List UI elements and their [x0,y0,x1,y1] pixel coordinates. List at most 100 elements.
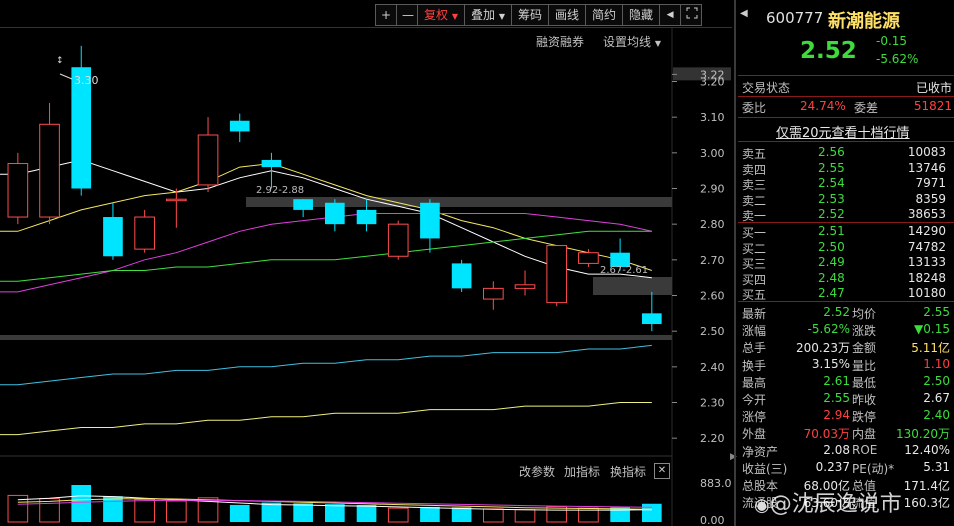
bids-price: 2.49 [818,255,845,270]
volume-bar [325,504,345,522]
asks-row[interactable]: 卖二 2.53 8359 [742,192,952,208]
stats-row: 涨幅 -5.62% 涨跌 ▼0.15 [742,322,952,338]
fuquan-label: 复权 [424,8,449,22]
stat-value: 2.55 [823,391,850,405]
level2-promo-link[interactable]: 仅需20元查看十档行情 [776,122,910,141]
candle-body [103,217,123,257]
candle-body [7,163,29,218]
volume-bar [229,504,250,522]
bids-label: 买三 [742,257,767,272]
high-price-label: 3.30 [74,74,99,87]
stat-label: 最新 [742,307,767,321]
divider [738,96,954,97]
asks-row[interactable]: 卖五 2.56 10083 [742,145,952,161]
stat-label: 收益(三) [742,461,788,476]
price-axis: 3.223.203.103.002.902.802.702.602.502.40… [672,67,731,445]
price-axis-tick: 2.20 [700,432,725,445]
stat-value: 160.3亿 [903,496,950,511]
stat-label: 跌停 [852,410,877,425]
volume-bar [451,507,472,522]
weicha-value: 51821 [913,99,952,113]
close-pane-icon[interactable]: ✕ [654,463,670,479]
divider [738,222,954,223]
switch-indicator-link[interactable]: 换指标 [610,463,646,480]
bids-label: 买二 [742,241,767,256]
watermark: ◉@沈辰逸说市 [754,486,902,518]
stat-label: 最高 [742,375,767,390]
zoom-in-button[interactable]: + [375,4,397,26]
volume-bar [641,503,662,522]
bids-volume: 10180 [907,286,946,301]
bids-row[interactable]: 买五 2.47 10180 [742,286,952,302]
chips-button[interactable]: 筹码 [511,4,550,26]
candle-body [293,199,313,210]
fullscreen-icon[interactable] [680,4,703,26]
candle-body [325,202,345,225]
candle [387,220,409,260]
stat-label: 总手 [742,341,767,356]
change-param-link[interactable]: 改参数 [519,463,555,480]
price-axis-tick: 3.10 [700,111,725,124]
candle [7,152,29,225]
stock-name: 新潮能源 [828,11,900,32]
candle [325,199,345,232]
candle [420,199,440,253]
bids-row[interactable]: 买一 2.51 14290 [742,224,952,240]
stats-row: 最高 2.61 最低 2.50 [742,374,952,390]
asks-label: 卖三 [742,178,767,193]
asks-row[interactable]: 卖一 2.52 38653 [742,207,952,223]
price-change: -0.15 [876,34,908,48]
asks-volume: 13746 [907,160,946,175]
volume-bar [420,506,440,522]
fuquan-button[interactable]: 复权 ▼ [417,4,465,26]
bids-price: 2.50 [818,239,845,254]
stat-label: 净资产 [742,444,779,459]
double-arrow-icon: ↕ [56,56,64,66]
candlestick-chart[interactable]: ↕ 3.30 2.92-2.88 2.67-2.61 3.223.203.103… [0,28,732,526]
stat-label: 涨跌 [852,324,877,339]
stat-label: ROE [852,442,878,457]
stat-value: 130.20万 [896,427,950,442]
simple-mode-button[interactable]: 简约 [585,4,624,26]
candle [166,188,187,228]
add-indicator-link[interactable]: 加指标 [564,463,600,480]
prev-stock-icon[interactable]: ◀ [740,8,748,19]
stat-value: 1.10 [923,356,950,371]
asks-volume: 7971 [915,176,946,191]
weibi-label: 委比 [742,101,767,115]
stat-value: 2.55 [923,305,950,319]
weicha-label: 委差 [854,101,879,115]
bids-row[interactable]: 买二 2.50 74782 [742,240,952,256]
quote-panel: ◀ 600777 新潮能源 2.52 -0.15 -5.62% 交易状态 已收市… [734,0,954,526]
stat-label: 均价 [852,307,877,321]
dropdown-caret-icon: ▼ [451,12,458,21]
candle [514,270,536,296]
overlay-button[interactable]: 叠加 ▼ [464,4,512,26]
bids-row[interactable]: 买四 2.48 18248 [742,271,952,287]
range-label-2: 2.67-2.61 [600,265,648,276]
stat-value: -5.62% [807,322,850,337]
stats-row: 净资产 2.08 ROE 12.40% [742,443,952,459]
asks-row[interactable]: 卖四 2.55 13746 [742,161,952,177]
price-axis-tick: 3.20 [700,76,725,89]
stat-value: 2.40 [923,408,950,423]
bids-row[interactable]: 买三 2.49 13133 [742,255,952,271]
stat-value: 0.237 [815,459,850,474]
asks-row[interactable]: 卖三 2.54 7971 [742,176,952,192]
volume-bar [134,498,155,523]
stats-row: 最新 2.52 均价 2.55 [742,305,952,321]
draw-line-button[interactable]: 画线 [548,4,587,26]
weibi-row: 委比 24.74% 委差 51821 [742,99,952,115]
watermark-text: @沈辰逸说市 [769,492,902,517]
stat-value: 5.11亿 [911,341,950,356]
zoom-out-button[interactable]: — [396,4,418,26]
stat-value: 171.4亿 [903,479,950,493]
candle [641,291,662,332]
candle [71,45,92,196]
stat-label: 今开 [742,393,767,407]
hide-button[interactable]: 隐藏 [622,4,661,26]
price-axis-tick: 2.30 [700,397,725,410]
collapse-left-icon[interactable]: ◀ [659,4,682,26]
price-axis-tick: 3.00 [700,147,725,160]
stat-label: PE(动)* [852,461,895,476]
